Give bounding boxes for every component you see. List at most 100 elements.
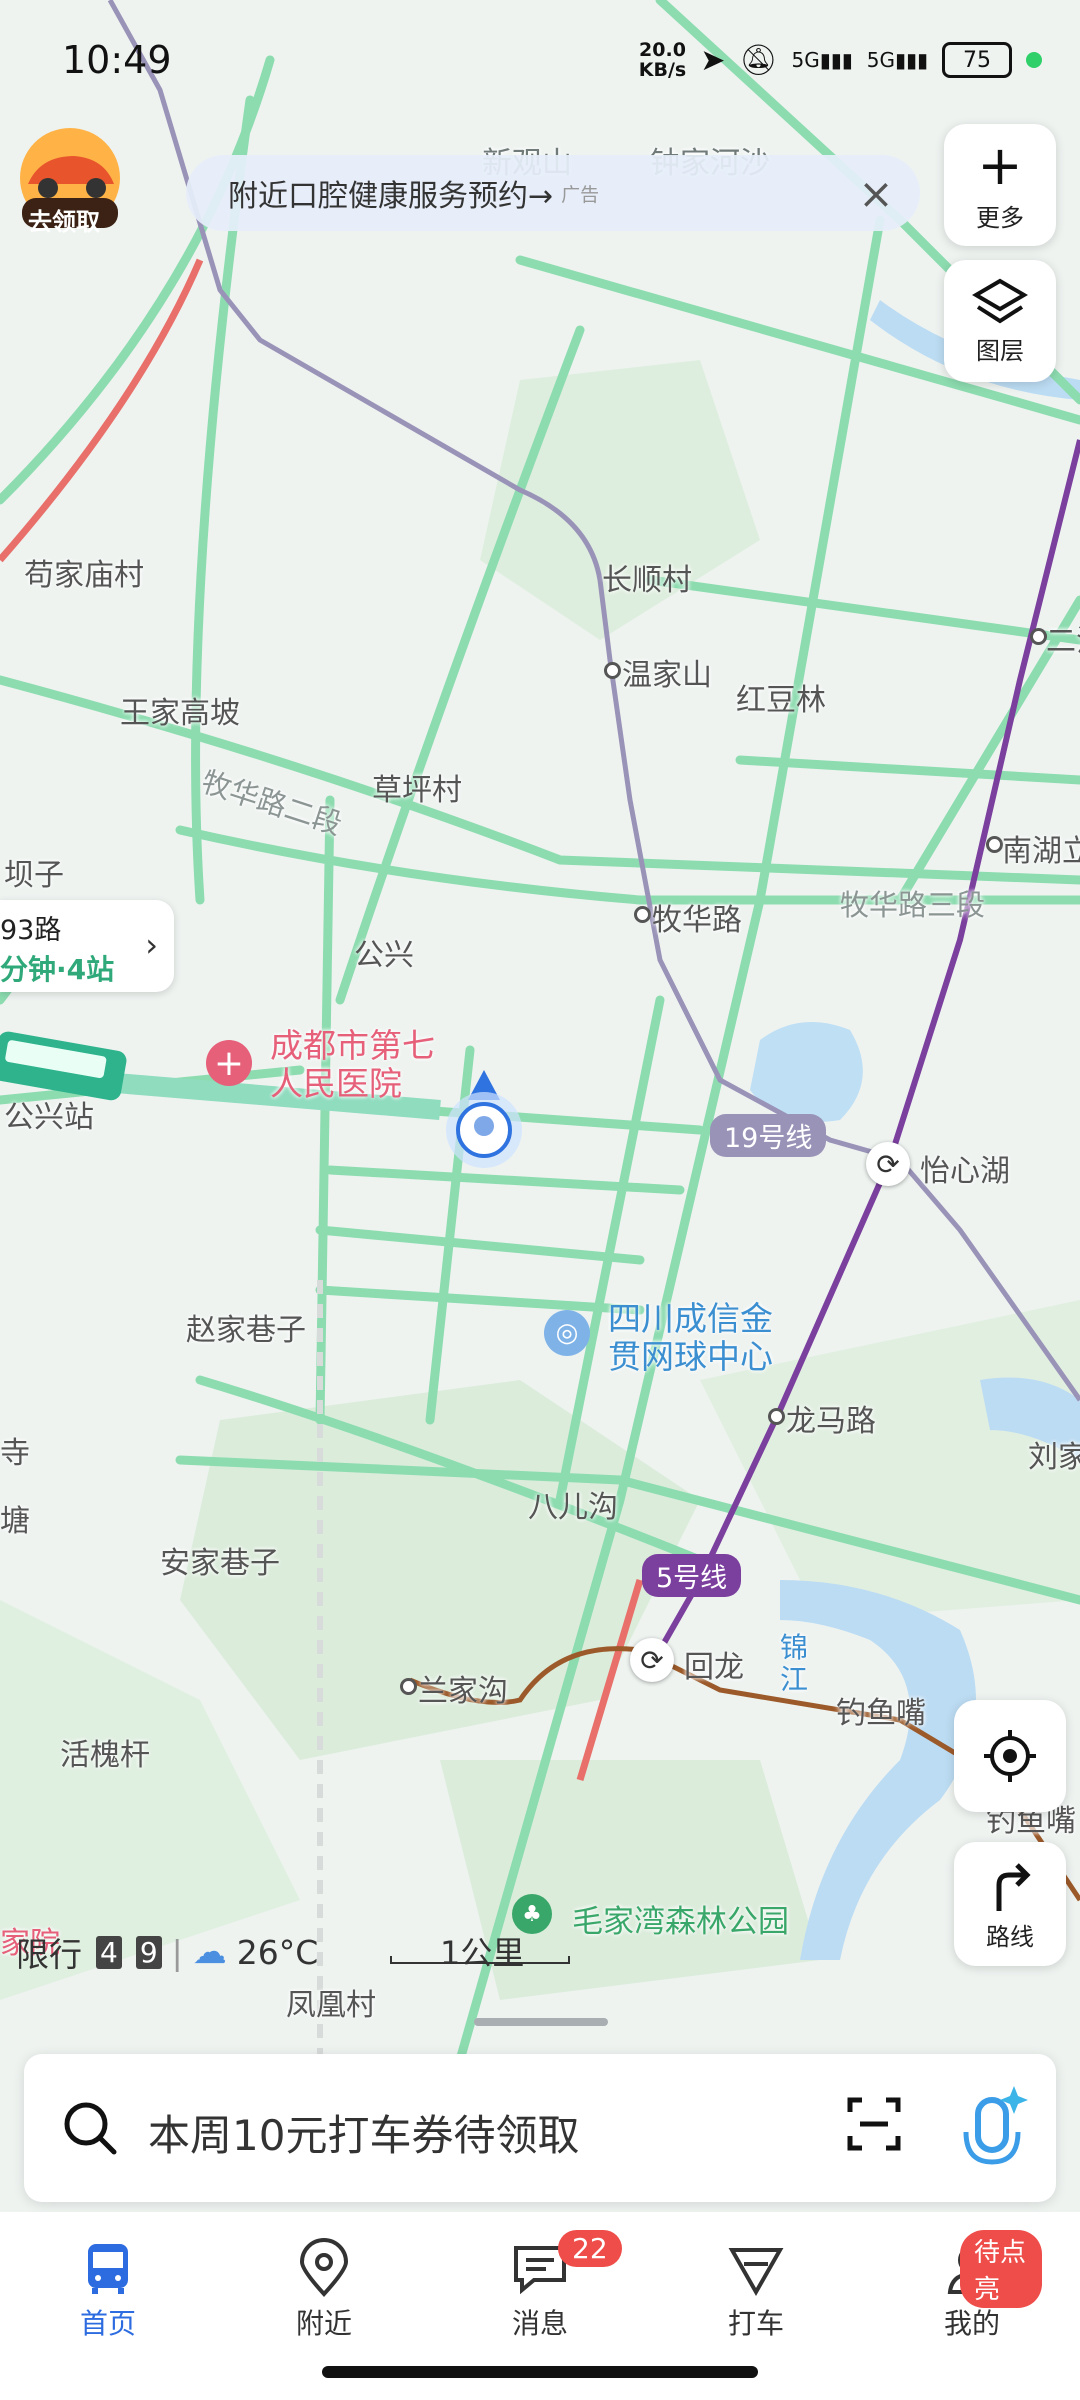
map-label: 安家巷子 bbox=[160, 1546, 280, 1581]
voice-mic-icon[interactable] bbox=[952, 2082, 1032, 2172]
ad-banner[interactable]: 附近口腔健康服务预约→ 广告 × bbox=[186, 155, 920, 231]
signal-icon: 5G▮▮▮ bbox=[866, 48, 928, 72]
map-label: 公兴 bbox=[354, 938, 414, 973]
bus-icon bbox=[88, 2244, 128, 2294]
metro-line-5-tag[interactable]: 5号线 bbox=[642, 1554, 742, 1597]
bus-route: 93路 bbox=[0, 915, 62, 946]
map-label: 长顺村 bbox=[602, 563, 692, 598]
plate-digit: 4 bbox=[96, 1935, 122, 1969]
more-label: 更多 bbox=[976, 203, 1024, 232]
route-button[interactable]: 路线 bbox=[954, 1842, 1066, 1966]
map-label: 坝子 bbox=[4, 858, 64, 893]
status-bar: 10:49 20.0 KB/s ➤ 🔕︎ 5G▮▮▮ 5G▮▮▮ 75 bbox=[0, 0, 1080, 120]
metro-transfer-icon: ⟳ bbox=[630, 1638, 674, 1682]
hospital-icon: + bbox=[206, 1040, 252, 1086]
signal-icon: 5G▮▮▮ bbox=[791, 48, 853, 72]
tab-profile[interactable]: 我的 待点亮 bbox=[902, 2230, 1042, 2342]
network-speed: 20.0 KB/s bbox=[638, 39, 687, 81]
map-label: 苟家庙村 bbox=[24, 558, 144, 593]
ad-tag: 广告 bbox=[561, 183, 600, 206]
locate-button[interactable] bbox=[954, 1700, 1066, 1812]
poi-hospital[interactable]: 成都市第七 人民医院 bbox=[270, 1027, 435, 1103]
map-label: 寺 bbox=[0, 1436, 30, 1471]
map-label: 南湖立 bbox=[1002, 834, 1080, 869]
metro-stop-dot bbox=[634, 906, 651, 923]
promo-label: 去领取 bbox=[28, 208, 100, 236]
tab-label: 消息 bbox=[511, 2307, 568, 2340]
map-label: 公兴站 bbox=[4, 1100, 94, 1135]
map-roads bbox=[0, 0, 1080, 2060]
poi-park[interactable]: 毛家湾森林公园 bbox=[572, 1896, 789, 1941]
map-scale: 1公里 bbox=[390, 1928, 570, 1972]
status-time: 10:49 bbox=[62, 38, 172, 82]
poi-tennis-center[interactable]: 四川成信金 贯网球中心 bbox=[608, 1300, 773, 1376]
location-pin-icon bbox=[299, 2238, 349, 2297]
mute-bell-icon: 🔕︎ bbox=[739, 42, 778, 78]
route-label: 路线 bbox=[986, 1922, 1034, 1951]
more-button[interactable]: + 更多 bbox=[944, 124, 1056, 246]
map-label: 活槐杆 bbox=[60, 1738, 150, 1773]
locate-crosshair-icon bbox=[984, 1730, 1036, 1782]
scan-icon[interactable] bbox=[844, 2094, 904, 2154]
drag-handle[interactable] bbox=[474, 2018, 608, 2026]
map-label: 刘家 bbox=[1028, 1440, 1080, 1475]
map-label: 草坪村 bbox=[372, 773, 462, 808]
metro-stop-dot bbox=[604, 662, 621, 679]
map-label: 塘 bbox=[0, 1504, 30, 1539]
cloud-icon: ☁ bbox=[192, 1932, 227, 1972]
tab-label: 首页 bbox=[79, 2307, 136, 2340]
temperature: 26°C bbox=[236, 1932, 319, 1972]
map-label: 温家山 bbox=[622, 658, 712, 693]
taxi-icon bbox=[728, 2248, 784, 2297]
weather-bar[interactable]: 限行 4 9 | ☁ 26°C bbox=[16, 1928, 318, 1976]
plus-icon: + bbox=[977, 133, 1023, 197]
layers-icon bbox=[972, 278, 1028, 323]
bus-info-card[interactable]: 93路 分钟·4站 › bbox=[0, 900, 174, 992]
status-dot bbox=[1026, 52, 1042, 68]
location-arrow-icon: ➤ bbox=[700, 42, 726, 78]
route-arrow-icon bbox=[996, 1862, 1031, 1911]
map-label: 二江 bbox=[1046, 624, 1080, 659]
map-label: 红豆林 bbox=[736, 683, 826, 718]
tab-nearby[interactable]: 附近 bbox=[254, 2238, 394, 2342]
map-label: 牧华路 bbox=[652, 903, 742, 938]
metro-stop-dot bbox=[986, 836, 1003, 853]
metro-stop-dot bbox=[768, 1408, 785, 1425]
search-bar[interactable]: 本周10元打车券待领取 bbox=[24, 2054, 1056, 2202]
plate-digit: 9 bbox=[135, 1935, 162, 1969]
restriction-label: 限行 bbox=[16, 1935, 82, 1974]
map-label: 赵家巷子 bbox=[186, 1313, 306, 1348]
scale-label: 1公里 bbox=[440, 1934, 525, 1972]
map-label: 龙马路 bbox=[786, 1404, 876, 1439]
search-input[interactable]: 本周10元打车券待领取 bbox=[148, 2102, 579, 2163]
tab-label: 附近 bbox=[295, 2307, 352, 2340]
map-label: 凤凰村 bbox=[286, 1988, 376, 2023]
search-icon bbox=[64, 2102, 117, 2155]
tennis-icon: ◎ bbox=[544, 1310, 590, 1356]
map-label: 兰家沟 bbox=[418, 1674, 508, 1709]
tab-taxi[interactable]: 打车 bbox=[686, 2238, 826, 2342]
river-label: 锦 江 bbox=[780, 1631, 809, 1696]
close-icon[interactable]: × bbox=[854, 169, 898, 218]
map-label: 回龙 bbox=[684, 1650, 744, 1685]
map-label: 怡心湖 bbox=[920, 1154, 1010, 1189]
metro-transfer-icon: ⟳ bbox=[866, 1142, 910, 1186]
profile-badge: 待点亮 bbox=[960, 2230, 1042, 2308]
tab-messages[interactable]: 消息 22 bbox=[470, 2230, 622, 2342]
map-label: 王家高坡 bbox=[120, 696, 240, 731]
road-label: 牧华路三段 bbox=[840, 888, 986, 922]
tab-label: 我的 bbox=[943, 2307, 1000, 2340]
layers-button[interactable]: 图层 bbox=[944, 260, 1056, 382]
bus-eta: 分钟·4站 bbox=[0, 953, 115, 986]
promo-car-button[interactable]: 去领取 bbox=[14, 126, 126, 236]
map-view[interactable]: 新观山 钟家河沙 苟家庙村 长顺村 温家山 红豆林 王家高坡 牧华路二段 草坪村… bbox=[0, 0, 1080, 2060]
message-badge: 22 bbox=[558, 2230, 622, 2267]
map-label: 钓鱼嘴 bbox=[836, 1696, 926, 1731]
tab-home[interactable]: 首页 bbox=[38, 2238, 178, 2342]
tab-label: 打车 bbox=[727, 2307, 784, 2340]
layers-label: 图层 bbox=[976, 336, 1024, 365]
battery-icon: 75 bbox=[942, 42, 1012, 78]
map-label: 八儿沟 bbox=[528, 1490, 618, 1525]
ad-text: 附近口腔健康服务预约→ bbox=[228, 179, 554, 214]
metro-line-19-tag[interactable]: 19号线 bbox=[710, 1114, 827, 1157]
